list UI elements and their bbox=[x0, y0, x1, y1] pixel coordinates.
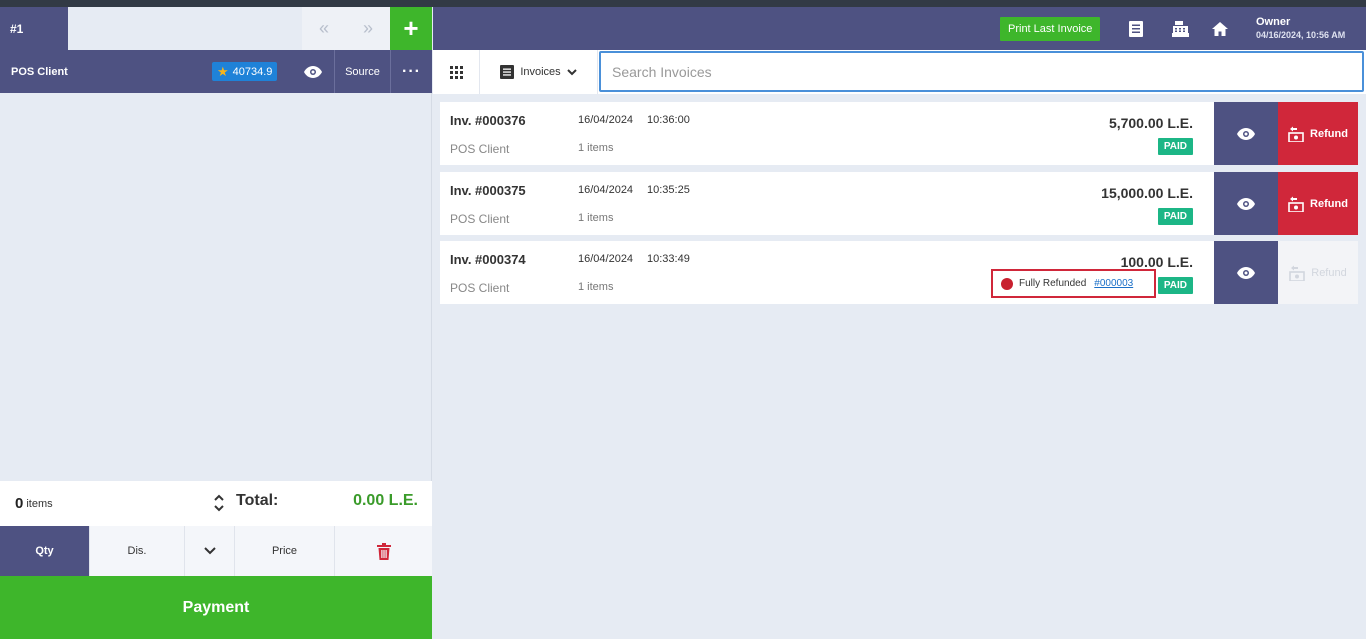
invoice-items-count: 1 items bbox=[578, 142, 614, 154]
chevron-down-icon bbox=[566, 68, 577, 75]
client-name[interactable]: POS Client bbox=[11, 50, 68, 93]
view-invoice-button[interactable] bbox=[1214, 102, 1278, 165]
plus-icon: + bbox=[403, 13, 419, 43]
prev-tab-button[interactable]: « bbox=[302, 7, 346, 50]
eye-icon bbox=[304, 65, 322, 78]
cash-register-icon bbox=[1171, 21, 1189, 37]
refund-label: Refund bbox=[1310, 127, 1348, 140]
total-value: 0.00 L.E. bbox=[353, 492, 418, 509]
top-strip bbox=[0, 0, 1366, 7]
invoices-dropdown[interactable]: Invoices bbox=[480, 50, 598, 94]
invoice-number: Inv. #000375 bbox=[450, 183, 526, 198]
invoice-client: POS Client bbox=[450, 281, 510, 295]
invoice-date: 16/04/2024 bbox=[578, 114, 634, 126]
eye-icon bbox=[1237, 266, 1255, 279]
refund-label: Refund bbox=[1311, 266, 1347, 279]
user-name: Owner bbox=[1256, 16, 1291, 28]
document-icon bbox=[1129, 21, 1143, 37]
status-badge: PAID bbox=[1157, 277, 1193, 294]
tab-strip-empty bbox=[68, 7, 302, 50]
total-label: Total: bbox=[236, 492, 279, 509]
loyalty-points-value: 40734.9 bbox=[232, 65, 273, 78]
home-button[interactable] bbox=[1210, 19, 1230, 39]
print-last-invoice-button[interactable]: Print Last Invoice bbox=[1000, 17, 1101, 41]
double-chevron-right-icon: » bbox=[362, 18, 373, 38]
order-tab-1[interactable]: #1 bbox=[0, 7, 68, 50]
discount-type-dropdown[interactable] bbox=[185, 526, 235, 576]
eye-icon bbox=[1237, 127, 1255, 140]
order-tabs: #1 « » + bbox=[0, 7, 432, 50]
invoice-amount: 5,700.00 L.E. bbox=[1108, 115, 1193, 131]
invoice-time: 10:35:25 bbox=[647, 184, 690, 196]
source-button[interactable]: Source bbox=[334, 50, 390, 93]
numpad-mode-bar: Qty Dis. Price bbox=[0, 526, 432, 576]
refund-button[interactable]: Refund bbox=[1278, 172, 1358, 235]
eye-icon bbox=[1237, 197, 1255, 210]
invoice-search-bar: Invoices bbox=[433, 50, 1366, 94]
invoice-client: POS Client bbox=[450, 142, 510, 156]
products-grid-button[interactable] bbox=[433, 50, 480, 94]
invoice-time: 10:36:00 bbox=[647, 114, 690, 126]
list-icon bbox=[500, 65, 515, 79]
client-bar: POS Client ★ 40734.9 Source ··· bbox=[0, 50, 432, 93]
more-dots-icon: ··· bbox=[402, 62, 421, 80]
invoice-date: 16/04/2024 bbox=[578, 184, 634, 196]
refund-button[interactable]: Refund bbox=[1278, 102, 1358, 165]
invoice-amount: 100.00 L.E. bbox=[1120, 254, 1193, 270]
invoice-items-count: 1 items bbox=[578, 212, 614, 224]
search-invoices-input[interactable] bbox=[599, 51, 1364, 92]
invoice-amount: 15,000.00 L.E. bbox=[1101, 185, 1193, 201]
more-options-button[interactable]: ··· bbox=[390, 50, 432, 93]
top-header: Print Last Invoice Owner 04/16/2024, 10:… bbox=[433, 7, 1366, 50]
view-client-button[interactable] bbox=[292, 50, 334, 93]
invoice-time: 10:33:49 bbox=[647, 253, 690, 265]
items-count-number: 0 bbox=[15, 495, 24, 512]
cart-panel: #1 « » + POS Client ★ 40734.9 Source ··· bbox=[0, 7, 432, 639]
trash-icon bbox=[376, 542, 391, 560]
invoice-number: Inv. #000374 bbox=[450, 252, 526, 267]
star-icon: ★ bbox=[217, 63, 229, 79]
sort-toggle-icon[interactable] bbox=[212, 492, 226, 514]
grid-icon bbox=[449, 65, 463, 79]
cart-totals: 0 items Total: 0.00 L.E. bbox=[0, 481, 432, 526]
price-mode-button[interactable]: Price bbox=[235, 526, 335, 576]
home-icon bbox=[1212, 22, 1228, 36]
refund-icon bbox=[1289, 265, 1306, 281]
red-dot-icon bbox=[1001, 277, 1013, 290]
add-order-button[interactable]: + bbox=[390, 7, 432, 50]
invoice-row[interactable]: Inv. #000376 16/04/2024 10:36:00 POS Cli… bbox=[440, 102, 1358, 165]
payment-button[interactable]: Payment bbox=[0, 576, 432, 639]
invoices-dropdown-label: Invoices bbox=[520, 66, 561, 78]
refund-reference-link[interactable]: #000003 bbox=[1094, 278, 1133, 289]
current-datetime: 04/16/2024, 10:56 AM bbox=[1256, 30, 1346, 40]
chevron-down-icon bbox=[203, 547, 216, 555]
refund-icon bbox=[1288, 196, 1304, 212]
delete-item-button[interactable] bbox=[335, 526, 432, 576]
invoice-list-button[interactable] bbox=[1126, 19, 1146, 39]
discount-mode-button[interactable]: Dis. bbox=[90, 526, 185, 576]
user-info[interactable]: Owner 04/16/2024, 10:56 AM bbox=[1256, 16, 1345, 40]
view-invoice-button[interactable] bbox=[1214, 241, 1278, 304]
status-badge: PAID bbox=[1157, 208, 1193, 225]
qty-mode-button[interactable]: Qty bbox=[0, 526, 90, 576]
invoice-number: Inv. #000376 bbox=[450, 113, 526, 128]
double-chevron-left-icon: « bbox=[318, 18, 329, 38]
items-count: 0 items bbox=[15, 481, 53, 526]
view-invoice-button[interactable] bbox=[1214, 172, 1278, 235]
refund-label: Refund bbox=[1310, 197, 1348, 210]
invoice-items-count: 1 items bbox=[578, 281, 614, 293]
invoice-row[interactable]: Inv. #000375 16/04/2024 10:35:25 POS Cli… bbox=[440, 172, 1358, 235]
items-count-label: items bbox=[26, 497, 53, 510]
loyalty-points-badge: ★ 40734.9 bbox=[212, 62, 278, 81]
invoice-row[interactable]: Inv. #000374 16/04/2024 10:33:49 POS Cli… bbox=[440, 241, 1358, 304]
status-badge: PAID bbox=[1157, 138, 1193, 155]
invoice-client: POS Client bbox=[450, 212, 510, 226]
refund-button-disabled: Refund bbox=[1278, 241, 1358, 304]
refund-status-indicator: Fully Refunded #000003 bbox=[991, 269, 1156, 298]
next-tab-button[interactable]: » bbox=[346, 7, 390, 50]
invoice-date: 16/04/2024 bbox=[578, 253, 634, 265]
refund-status-text: Fully Refunded bbox=[1019, 278, 1087, 289]
refund-icon bbox=[1288, 126, 1304, 142]
cash-register-button[interactable] bbox=[1170, 19, 1190, 39]
